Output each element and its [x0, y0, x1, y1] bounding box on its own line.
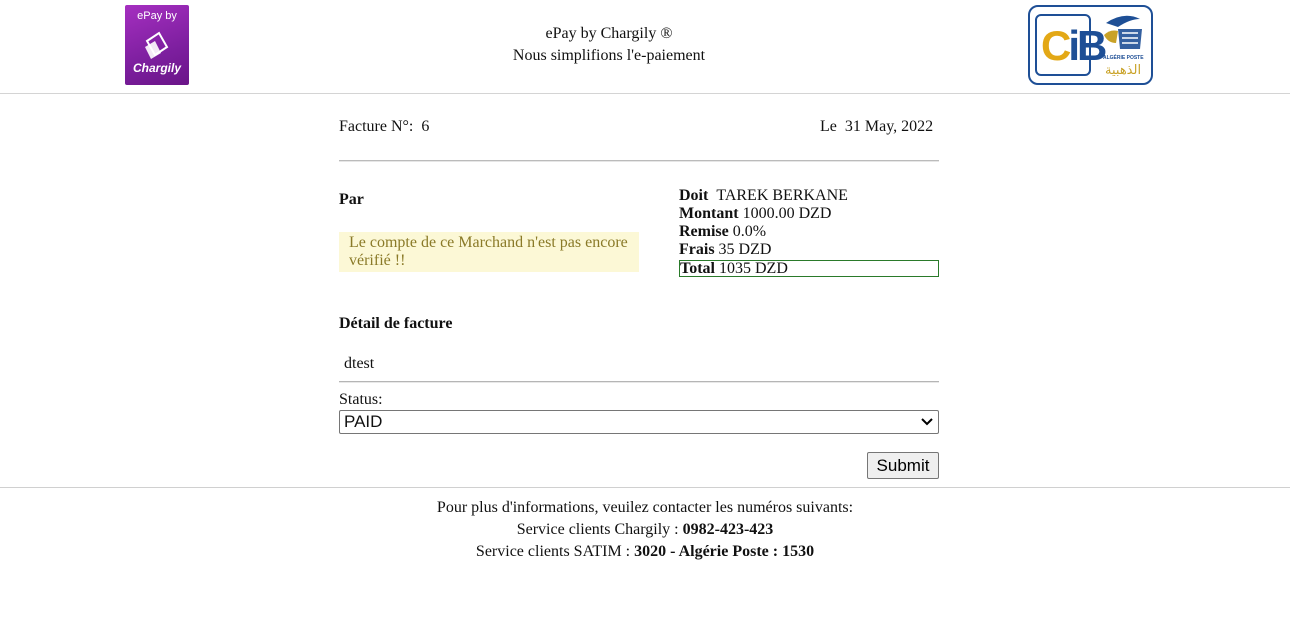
montant-label: Montant: [679, 205, 739, 222]
footer-chargily: Service clients Chargily : 0982-423-423: [0, 519, 1290, 541]
chargily-phone: 0982-423-423: [682, 521, 774, 538]
divider: [339, 160, 939, 162]
satim-service-label: Service clients SATIM :: [475, 543, 631, 560]
cib-algerie-poste-logo-icon: CiB ALGÉRIE POSTE الذهبية: [1028, 5, 1153, 85]
frais-row: Frais 35 DZD: [679, 241, 939, 259]
total-row: Total 1035 DZD: [679, 260, 939, 277]
merchant-unverified-warning: Le compte de ce Marchand n'est pas encor…: [339, 232, 639, 272]
status-label: Status:: [339, 391, 383, 408]
poste-arabic-text: الذهبية: [1105, 63, 1142, 78]
algerie-poste-icon: [1104, 15, 1142, 49]
remise-row: Remise 0.0%: [679, 223, 939, 241]
invoice-detail-heading: Détail de facture: [339, 315, 453, 332]
chargily-logo-icon: ePay by Chargily: [125, 5, 189, 85]
satim-numbers: 3020 - Algérie Poste : 1530: [634, 543, 815, 560]
invoice-number-label: Facture N°:: [339, 118, 414, 135]
logo-line2: Chargily: [132, 61, 181, 75]
invoice-number-value: 6: [421, 118, 430, 135]
invoice-detail-value: dtest: [344, 355, 375, 372]
frais-value: 35 DZD: [718, 241, 772, 258]
invoice-date: Le 31 May, 2022: [820, 118, 933, 136]
site-tagline: Nous simplifions l'e-paiement: [512, 47, 706, 64]
status-select[interactable]: PAID: [339, 410, 939, 434]
remise-label: Remise: [679, 223, 729, 240]
montant-row: Montant 1000.00 DZD: [679, 205, 939, 223]
remise-value: 0.0%: [732, 223, 767, 240]
total-label: Total: [680, 260, 715, 277]
chargily-card-icon: [145, 31, 169, 59]
invoice-date-value: 31 May, 2022: [844, 118, 934, 135]
logo-line1: ePay by: [137, 10, 177, 22]
total-value: 1035 DZD: [718, 260, 788, 277]
footer-satim: Service clients SATIM : 3020 - Algérie P…: [0, 541, 1290, 563]
header-titles: ePay by Chargily ® Nous simplifions l'e-…: [409, 23, 809, 67]
submit-button[interactable]: Submit: [867, 452, 939, 479]
invoice-number: Facture N°: 6: [339, 118, 429, 136]
montant-value: 1000.00 DZD: [742, 205, 832, 222]
chevron-down-icon: [921, 418, 933, 426]
footer-divider: [0, 487, 1290, 488]
doit-row: Doit TAREK BERKANE: [679, 187, 939, 205]
divider: [339, 381, 939, 383]
par-heading: Par: [339, 191, 364, 208]
poste-small-text: ALGÉRIE POSTE: [1103, 55, 1144, 61]
chargily-service-label: Service clients Chargily :: [516, 521, 679, 538]
frais-label: Frais: [679, 241, 715, 258]
invoice-date-label: Le: [820, 118, 837, 135]
status-selected-value: PAID: [344, 412, 383, 431]
cib-text: CiB: [1041, 22, 1107, 69]
site-title: ePay by Chargily ®: [545, 25, 673, 42]
page-footer: Pour plus d'informations, veuilez contac…: [0, 497, 1290, 563]
page-header: ePay by Chargily ePay by Chargily ® Nous…: [0, 0, 1290, 94]
doit-value: TAREK BERKANE: [716, 187, 848, 204]
footer-info: Pour plus d'informations, veuilez contac…: [436, 499, 854, 516]
amounts-summary: Doit TAREK BERKANE Montant 1000.00 DZD R…: [679, 187, 939, 277]
cib-box: CiB: [1035, 14, 1107, 76]
doit-label: Doit: [679, 187, 709, 204]
